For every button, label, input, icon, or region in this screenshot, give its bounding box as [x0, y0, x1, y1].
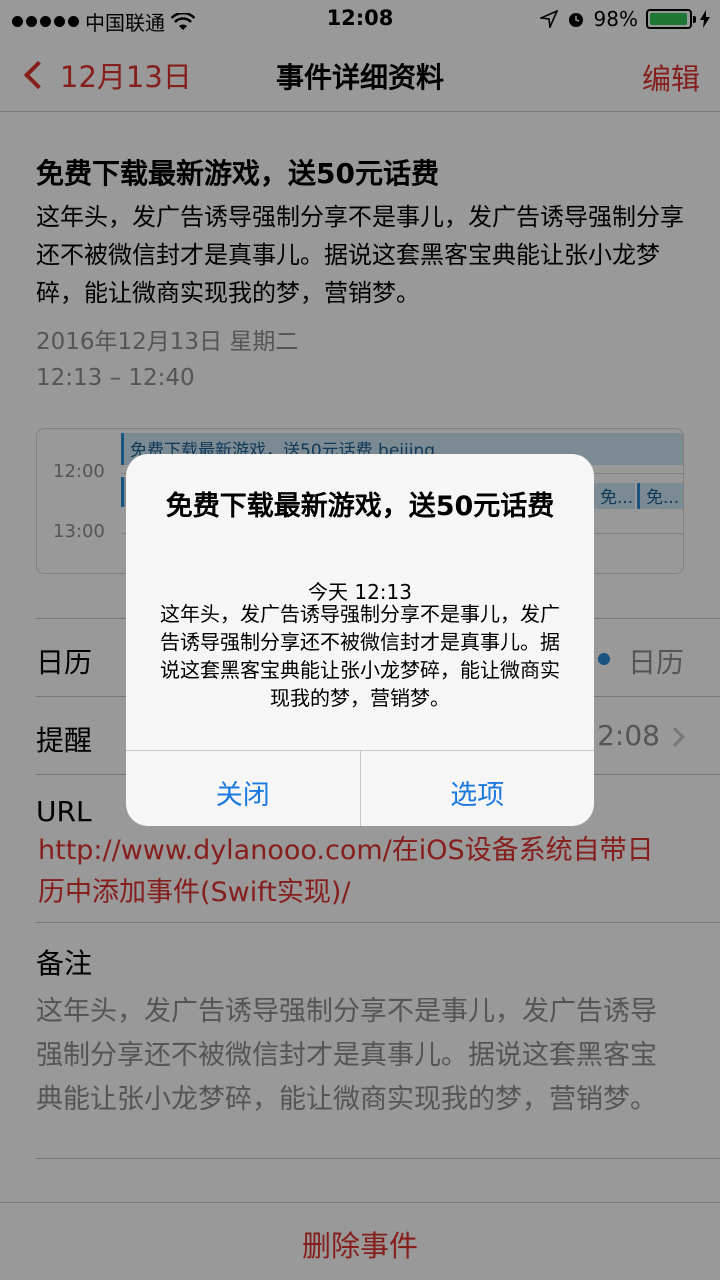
alert-actions: 关闭 选项	[126, 750, 594, 826]
alert-message: 这年头，发广告诱导强制分享不是事儿，发广告诱导强制分享还不被微信封才是真事儿。据…	[160, 602, 560, 710]
close-button[interactable]: 关闭	[126, 751, 360, 826]
options-button[interactable]: 选项	[359, 751, 595, 826]
alert-dialog: 免费下载最新游戏，送50元话费 今天 12:13 这年头，发广告诱导强制分享不是…	[126, 454, 594, 826]
alert-title: 免费下载最新游戏，送50元话费	[165, 491, 555, 522]
